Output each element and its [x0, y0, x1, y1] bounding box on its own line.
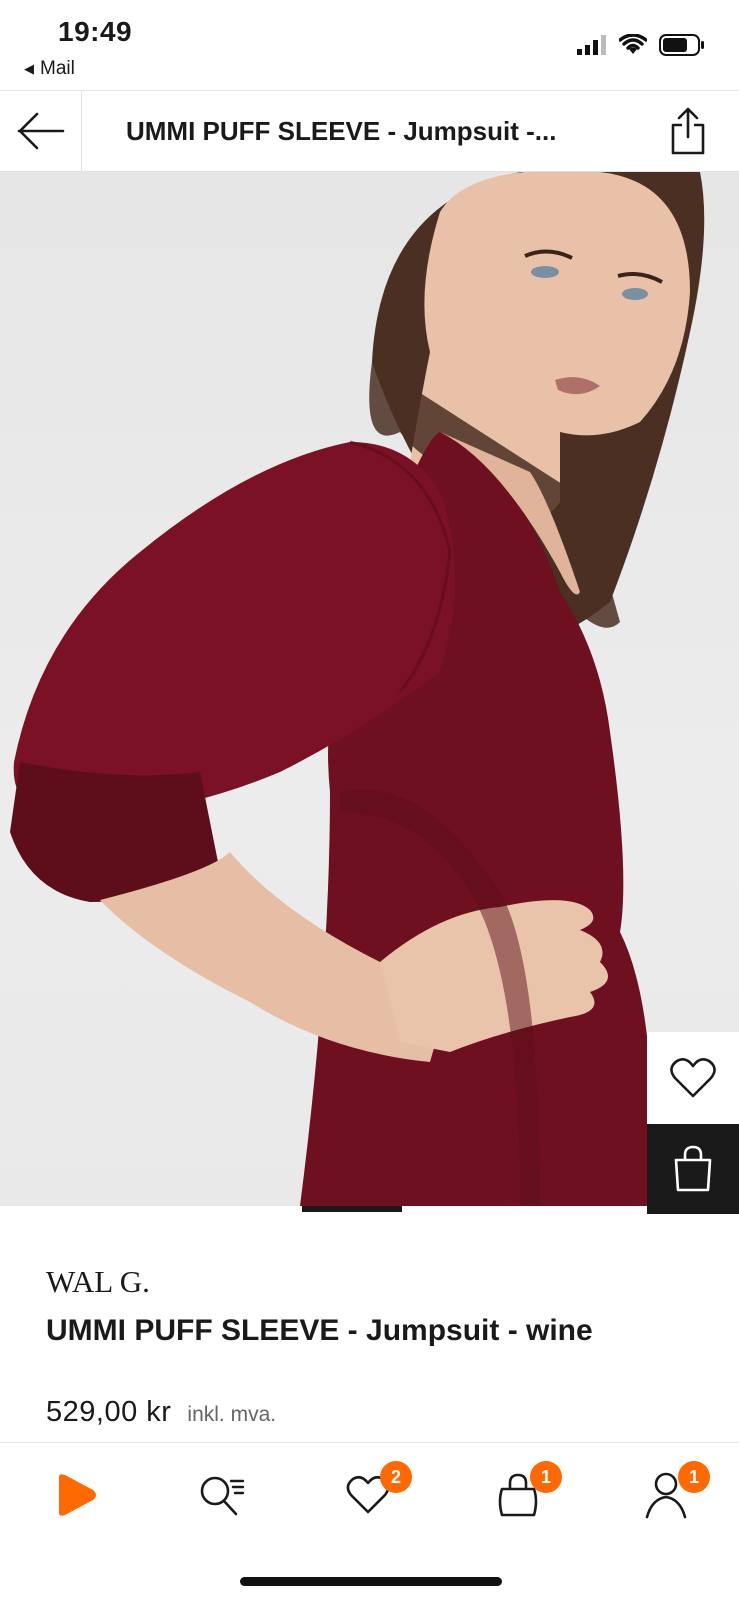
- page-title: UMMI PUFF SLEEVE - Jumpsuit -...: [126, 116, 557, 146]
- product-price: 529,00 kr: [46, 1396, 172, 1428]
- tab-bag[interactable]: 1: [488, 1461, 562, 1525]
- carousel-dot[interactable]: [402, 1206, 502, 1212]
- play-logo-icon: [59, 1474, 96, 1516]
- bottom-tab-bar: 2 1 1: [0, 1442, 739, 1600]
- share-icon: [671, 107, 705, 155]
- price-row: 529,00 kr inkl. mva.: [46, 1396, 276, 1429]
- vat-note: inkl. mva.: [187, 1403, 277, 1426]
- cellular-signal-icon: [577, 35, 606, 55]
- heart-icon: [670, 1058, 716, 1098]
- wifi-icon: [619, 34, 647, 54]
- shopping-bag-icon: [674, 1145, 712, 1192]
- carousel-dot[interactable]: [502, 1206, 602, 1212]
- back-triangle-icon: ◀: [24, 61, 34, 76]
- product-brand[interactable]: WAL G.: [46, 1264, 150, 1300]
- add-to-bag-button[interactable]: [647, 1124, 739, 1214]
- status-icons: [577, 34, 705, 56]
- share-button[interactable]: [663, 105, 713, 157]
- add-to-wishlist-button[interactable]: [647, 1032, 739, 1124]
- product-name: UMMI PUFF SLEEVE - Jumpsuit - wine: [46, 1314, 593, 1347]
- back-to-app-link[interactable]: ◀ Mail: [24, 58, 75, 80]
- account-badge: 1: [678, 1461, 710, 1493]
- status-time: 19:49: [58, 16, 133, 47]
- wishlist-badge: 2: [380, 1461, 412, 1493]
- nav-header: UMMI PUFF SLEEVE - Jumpsuit -...: [0, 90, 739, 172]
- tab-search[interactable]: [192, 1465, 252, 1525]
- search-icon: [200, 1476, 245, 1516]
- bag-badge: 1: [530, 1461, 562, 1493]
- back-app-label: Mail: [40, 58, 75, 79]
- tab-wishlist[interactable]: 2: [338, 1461, 412, 1525]
- image-carousel-indicator: [0, 1206, 739, 1212]
- battery-icon: [659, 34, 704, 56]
- status-bar: 19:49 ◀ Mail: [0, 0, 739, 90]
- arrow-left-icon: [17, 112, 64, 150]
- product-photo: [10, 172, 705, 1206]
- tab-home[interactable]: [46, 1465, 106, 1525]
- product-image[interactable]: [0, 172, 739, 1206]
- carousel-dot[interactable]: [302, 1206, 402, 1212]
- back-button[interactable]: [0, 91, 82, 171]
- home-indicator[interactable]: [240, 1577, 502, 1586]
- tab-account[interactable]: 1: [636, 1461, 710, 1525]
